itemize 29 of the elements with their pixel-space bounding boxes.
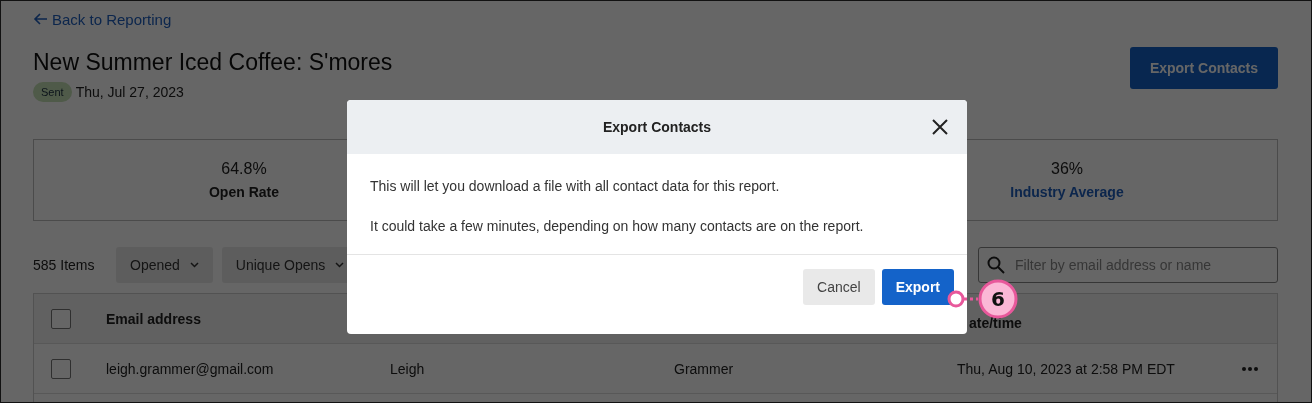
campaign-title: New Summer Iced Coffee: S'mores (33, 49, 393, 76)
metric-link[interactable]: Industry Average (1010, 184, 1124, 200)
export-contacts-button[interactable]: Export Contacts (1129, 47, 1278, 89)
column-header: Email address (106, 310, 202, 327)
caret-icon (335, 262, 345, 268)
table-cell-text: Grammer (674, 360, 735, 377)
status-badge: Sent (33, 82, 72, 102)
back-link-text: Back to Reporting (52, 10, 172, 28)
search-icon (987, 256, 1005, 274)
back-arrow-icon (33, 12, 48, 26)
dialog-title: Export Contacts (602, 119, 712, 135)
table-cell-text: leigh.grammer@gmail.com (106, 360, 275, 377)
table-cell-text: Thu, Aug 10, 2023 at 2:58 PM EDT (957, 360, 1176, 377)
filter-dropdown[interactable]: Opened (116, 247, 213, 283)
item-count: 585 Items (33, 257, 96, 273)
metric-label: Open Rate (209, 184, 279, 200)
sent-date: Thu, Jul 27, 2023 (75, 84, 184, 100)
dialog-text: This will let you download a file with all contact data for this report. (370, 178, 781, 194)
more-options-icon[interactable] (1242, 366, 1258, 371)
table-cell-text: Leigh (390, 360, 426, 377)
select-all-checkbox[interactable] (51, 308, 71, 329)
metric-value: 64.8% (221, 160, 267, 178)
caret-icon (189, 262, 199, 268)
dialog-text: It could take a few minutes, depending on how many contacts are on the report. (370, 218, 865, 234)
cancel-button[interactable]: Cancel (803, 269, 875, 305)
back-link[interactable]: Back to Reporting (33, 9, 1278, 29)
metric-value: 36% (1051, 160, 1083, 178)
row-checkbox[interactable] (51, 358, 71, 379)
export-button[interactable]: Export (881, 269, 954, 305)
